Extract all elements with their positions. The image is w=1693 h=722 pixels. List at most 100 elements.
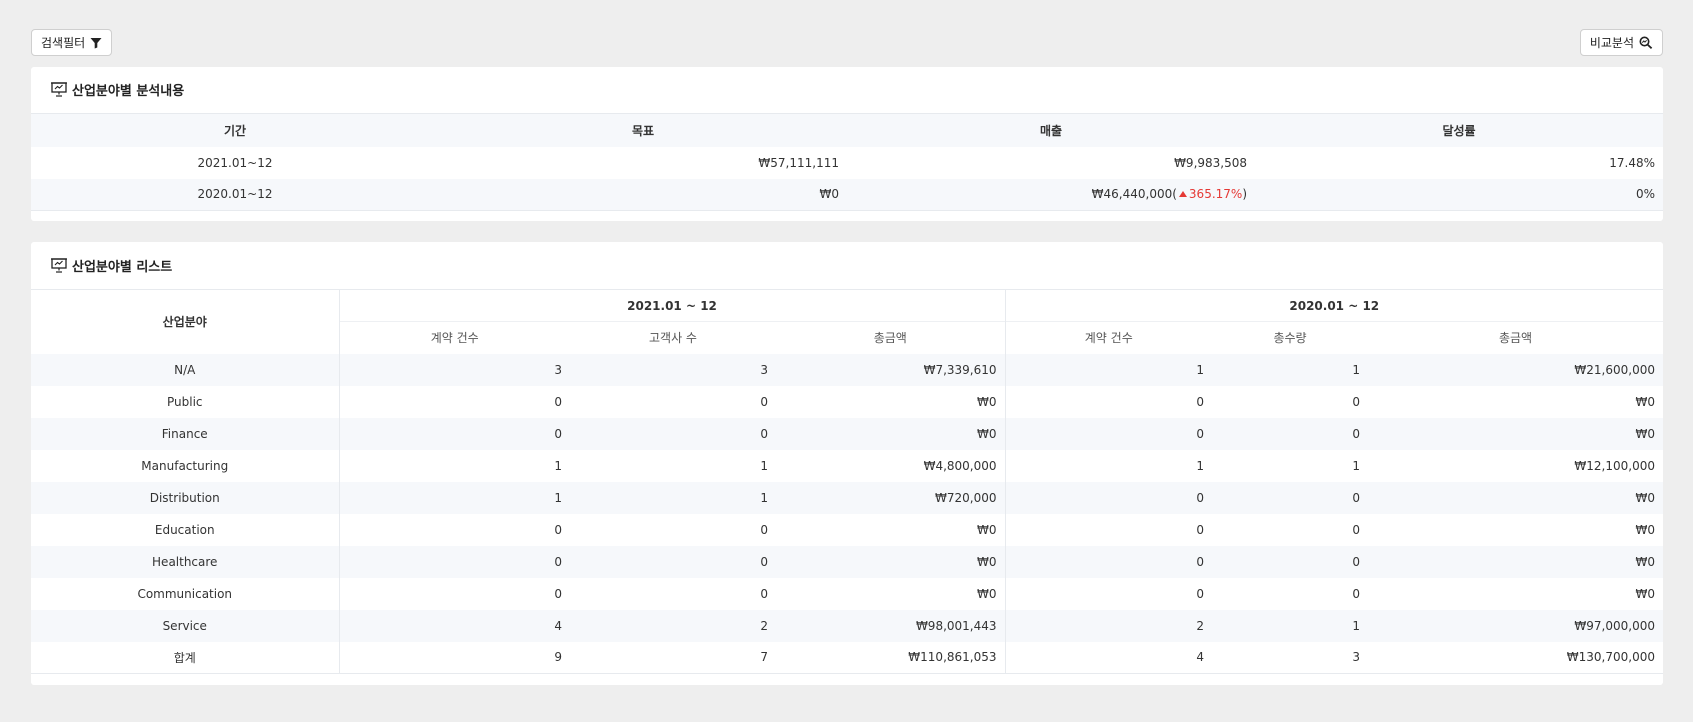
industry-name-cell: Healthcare — [31, 545, 339, 578]
compare-analysis-button[interactable]: 비교분석 — [1579, 29, 1663, 56]
summary-card: 산업분야별 분석내용 기간 목표 매출 달성률 2021.01~12 ₩57,1… — [31, 67, 1663, 221]
table-row: N/A 3 3 ₩7,339,610 1 1 ₩21,600,000 — [31, 353, 1663, 386]
summary-table: 기간 목표 매출 달성률 2021.01~12 ₩57,111,111 ₩9,9… — [31, 113, 1663, 211]
funnel-icon — [90, 37, 102, 48]
amount-2021-cell: ₩0 — [776, 513, 1006, 546]
table-row: Finance 0 0 ₩0 0 0 ₩0 — [31, 417, 1663, 450]
contracts-2021-cell: 0 — [338, 417, 570, 450]
contracts-2021-cell: 1 — [338, 449, 570, 482]
customers-2021-cell: 7 — [570, 641, 776, 674]
list-title-text: 산업분야별 리스트 — [72, 260, 173, 275]
contracts-2020-cell: 0 — [1004, 417, 1213, 450]
customers-2021-cell: 0 — [570, 513, 776, 546]
contracts-2020-cell: 4 — [1004, 641, 1213, 674]
sub-amount-2021: 총금액 — [776, 321, 1006, 354]
quantity-2020-cell: 0 — [1212, 385, 1369, 418]
contracts-2020-cell: 0 — [1004, 513, 1213, 546]
customers-2021-cell: 1 — [570, 449, 776, 482]
amount-2020-cell: ₩21,600,000 — [1368, 353, 1663, 386]
contracts-2020-cell: 0 — [1004, 545, 1213, 578]
search-filter-label: 검색필터 — [41, 36, 86, 50]
list-title: 산업분야별 리스트 — [51, 256, 172, 275]
increase-arrow-icon — [1178, 191, 1187, 198]
industry-name-cell: Communication — [31, 577, 339, 610]
customers-2021-cell: 0 — [570, 385, 776, 418]
quantity-2020-cell: 0 — [1212, 417, 1369, 450]
sub-quantity-2020: 총수량 — [1212, 321, 1369, 354]
contracts-2021-cell: 0 — [338, 385, 570, 418]
contracts-2021-cell: 9 — [338, 641, 570, 674]
summary-title: 산업분야별 분석내용 — [51, 80, 184, 99]
target-cell: ₩57,111,111 — [439, 146, 847, 179]
period-cell: 2021.01~12 — [31, 146, 439, 179]
compare-analysis-label: 비교분석 — [1589, 36, 1634, 50]
industry-name-cell: N/A — [31, 353, 339, 386]
contracts-2021-cell: 0 — [338, 545, 570, 578]
quantity-2020-cell: 0 — [1212, 513, 1369, 546]
industry-name-cell: Finance — [31, 417, 339, 450]
contracts-2020-cell: 0 — [1004, 481, 1213, 514]
period-cell: 2020.01~12 — [31, 178, 439, 211]
quantity-2020-cell: 0 — [1212, 577, 1369, 610]
customers-2021-cell: 2 — [570, 609, 776, 642]
summary-title-text: 산업분야별 분석내용 — [72, 84, 185, 99]
target-cell: ₩0 — [439, 178, 847, 211]
close-paren: ) — [1242, 187, 1247, 202]
amount-2021-cell: ₩0 — [776, 577, 1006, 610]
customers-2021-cell: 0 — [570, 417, 776, 450]
amount-2020-cell: ₩0 — [1368, 545, 1663, 578]
amount-2020-cell: ₩12,100,000 — [1368, 449, 1663, 482]
customers-2021-cell: 0 — [570, 577, 776, 610]
customers-2021-cell: 0 — [570, 545, 776, 578]
presentation-chart-icon — [51, 258, 67, 273]
open-paren: ( — [1172, 187, 1177, 202]
table-row: Education 0 0 ₩0 0 0 ₩0 — [31, 513, 1663, 546]
sub-customers-2021: 고객사 수 — [570, 321, 776, 354]
sales-cell: ₩9,983,508 — [847, 146, 1255, 179]
table-row: 2021.01~12 ₩57,111,111 ₩9,983,508 17.48% — [31, 146, 1663, 179]
sales-value: ₩46,440,000 — [1091, 187, 1173, 202]
industry-list-card: 산업분야별 리스트 산업분야 2021.01 ~ 12 2020.01 ~ 12… — [31, 242, 1663, 685]
group-2020-header: 2020.01 ~ 12 — [1004, 289, 1663, 322]
table-row: Healthcare 0 0 ₩0 0 0 ₩0 — [31, 545, 1663, 578]
amount-2021-cell: ₩4,800,000 — [776, 449, 1006, 482]
sub-contracts-2020: 계약 건수 — [1004, 321, 1213, 354]
table-row: Service 4 2 ₩98,001,443 2 1 ₩97,000,000 — [31, 609, 1663, 642]
industry-name-cell: 합계 — [31, 641, 339, 674]
search-filter-button[interactable]: 검색필터 — [31, 29, 113, 56]
quantity-2020-cell: 1 — [1212, 353, 1369, 386]
table-row: Manufacturing 1 1 ₩4,800,000 1 1 ₩12,100,000 — [31, 449, 1663, 482]
table-row: Public 0 0 ₩0 0 0 ₩0 — [31, 385, 1663, 418]
amount-2021-cell: ₩720,000 — [776, 481, 1006, 514]
table-row: Communication 0 0 ₩0 0 0 ₩0 — [31, 577, 1663, 610]
industry-name-cell: Distribution — [31, 481, 339, 514]
industry-table-body: N/A 3 3 ₩7,339,610 1 1 ₩21,600,000 Public 0 0 ₩0 0 0… — [31, 353, 1663, 674]
col-achievement: 달성률 — [1255, 113, 1663, 147]
contracts-2020-cell: 2 — [1004, 609, 1213, 642]
sales-change-percent: 365.17% — [1188, 187, 1243, 202]
industry-name-cell: Manufacturing — [31, 449, 339, 482]
group-2021-header: 2021.01 ~ 12 — [338, 289, 1006, 322]
summary-header-row: 기간 목표 매출 달성률 — [31, 113, 1663, 147]
group-header-row: 산업분야 2021.01 ~ 12 2020.01 ~ 12 — [31, 289, 1663, 354]
amount-2021-cell: ₩110,861,053 — [776, 641, 1006, 674]
amount-2021-cell: ₩0 — [776, 385, 1006, 418]
quantity-2020-cell: 1 — [1212, 609, 1369, 642]
table-row: 2020.01~12 ₩0 ₩46,440,000(365.17%) 0% — [31, 178, 1663, 211]
amount-2020-cell: ₩0 — [1368, 481, 1663, 514]
amount-2021-cell: ₩98,001,443 — [776, 609, 1006, 642]
contracts-2021-cell: 1 — [338, 481, 570, 514]
quantity-2020-cell: 1 — [1212, 449, 1369, 482]
table-row: Distribution 1 1 ₩720,000 0 0 ₩0 — [31, 481, 1663, 514]
rate-cell: 17.48% — [1255, 146, 1663, 179]
amount-2020-cell: ₩0 — [1368, 513, 1663, 546]
contracts-2021-cell: 4 — [338, 609, 570, 642]
amount-2020-cell: ₩97,000,000 — [1368, 609, 1663, 642]
col-period: 기간 — [31, 113, 439, 147]
col-sales: 매출 — [847, 113, 1255, 147]
table-row: 합계 9 7 ₩110,861,053 4 3 ₩130,700,000 — [31, 641, 1663, 674]
customers-2021-cell: 1 — [570, 481, 776, 514]
amount-2021-cell: ₩7,339,610 — [776, 353, 1006, 386]
amount-2020-cell: ₩0 — [1368, 385, 1663, 418]
sales-cell: ₩46,440,000(365.17%) — [847, 178, 1255, 211]
